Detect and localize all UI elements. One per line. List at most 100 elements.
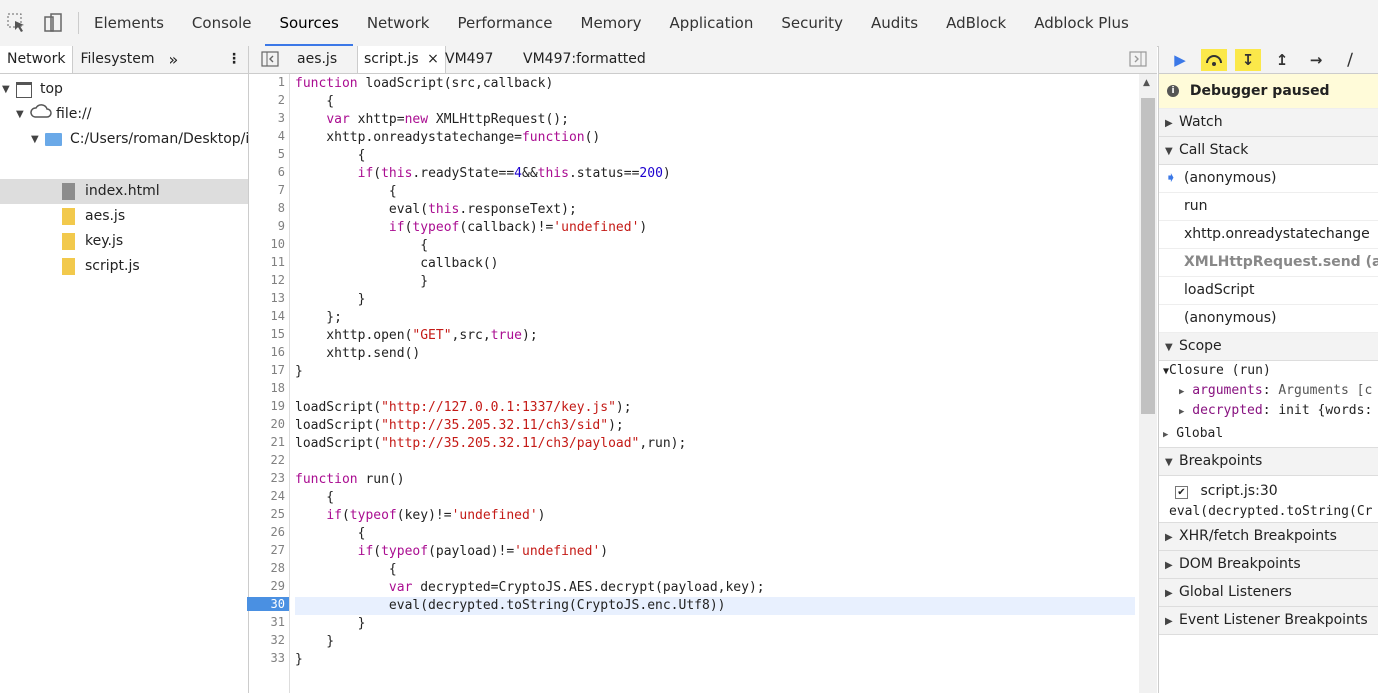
breakpoint-checkbox[interactable]: ✔ [1175, 486, 1188, 499]
scrollbar-thumb[interactable] [1141, 98, 1155, 414]
code-line[interactable]: { [295, 561, 397, 579]
section-global-listeners[interactable]: ▶ Global Listeners [1159, 579, 1378, 607]
call-frame[interactable]: (anonymous) [1159, 305, 1378, 333]
scope-var-decrypted[interactable]: ▶ decrypted: init {words: [1159, 401, 1378, 421]
code-line[interactable]: { [295, 237, 428, 255]
tab-application[interactable]: Application [656, 0, 768, 46]
line-number[interactable]: 12 [249, 273, 285, 287]
code-line[interactable]: xhttp.open("GET",src,true); [295, 327, 537, 345]
tree-item-aes-js[interactable]: aes.js [62, 204, 125, 229]
code-line[interactable]: }; [295, 309, 342, 327]
step-out-icon[interactable]: ↥ [1269, 49, 1295, 71]
line-number[interactable]: 24 [249, 489, 285, 503]
section-call-stack[interactable]: ▼ Call Stack [1159, 137, 1378, 165]
navigator-menu-icon[interactable]: ⋮ [220, 46, 248, 73]
tab-performance[interactable]: Performance [443, 0, 566, 46]
code-line[interactable]: loadScript("http://127.0.0.1:1337/key.js… [295, 399, 632, 417]
close-tab-icon[interactable]: × [427, 51, 439, 67]
device-toolbar-icon[interactable] [42, 12, 64, 34]
line-number[interactable]: 14 [249, 309, 285, 323]
line-number[interactable]: 20 [249, 417, 285, 431]
call-frame[interactable]: ➧ (anonymous) [1159, 165, 1378, 193]
breakpoint-line-number[interactable]: 30 [247, 597, 289, 611]
code-line[interactable]: if(typeof(callback)!='undefined') [295, 219, 647, 237]
scope-closure[interactable]: ▼Closure (run) [1159, 361, 1378, 381]
call-frame[interactable]: xhttp.onreadystatechange [1159, 221, 1378, 249]
step-into-icon[interactable]: ↧ [1235, 48, 1261, 71]
line-number[interactable]: 10 [249, 237, 285, 251]
tab-navigator-filesystem[interactable]: Filesystem [73, 46, 161, 73]
line-number[interactable]: 5 [249, 147, 285, 161]
more-tabs-icon[interactable]: » [162, 46, 186, 73]
inspect-element-icon[interactable] [6, 12, 28, 34]
editor-scrollbar[interactable]: ▲ [1139, 74, 1157, 693]
scope-var-arguments[interactable]: ▶ arguments: Arguments [c [1159, 381, 1378, 401]
tree-item-key-js[interactable]: key.js [62, 229, 123, 254]
line-number[interactable]: 29 [249, 579, 285, 593]
tab-console[interactable]: Console [178, 0, 266, 46]
line-number[interactable]: 19 [249, 399, 285, 413]
toggle-debugger-icon[interactable] [1129, 51, 1147, 71]
call-frame[interactable]: loadScript [1159, 277, 1378, 305]
code-line[interactable]: if(typeof(key)!='undefined') [295, 507, 545, 525]
editor-tab-aes-js[interactable]: aes.js [291, 46, 343, 73]
line-number[interactable]: 11 [249, 255, 285, 269]
line-number[interactable]: 16 [249, 345, 285, 359]
line-number[interactable]: 31 [249, 615, 285, 629]
line-number[interactable]: 6 [249, 165, 285, 179]
tab-network[interactable]: Network [353, 0, 444, 46]
tree-item-index-html[interactable]: index.html [62, 179, 160, 204]
code-line[interactable]: { [295, 489, 334, 507]
tree-item-script-js[interactable]: script.js [62, 254, 140, 279]
line-number[interactable]: 21 [249, 435, 285, 449]
line-number[interactable]: 2 [249, 93, 285, 107]
editor-tab-script-js[interactable]: script.js × [357, 46, 446, 73]
breakpoint-item[interactable]: ✔ script.js:30 [1159, 480, 1378, 502]
tab-security[interactable]: Security [767, 0, 857, 46]
section-event-listener-breakpoints[interactable]: ▶ Event Listener Breakpoints [1159, 607, 1378, 635]
code-line[interactable]: { [295, 183, 397, 201]
tree-item-origin[interactable]: ▼ file:// [16, 102, 91, 127]
code-line[interactable]: var decrypted=CryptoJS.AES.decrypt(paylo… [295, 579, 765, 597]
line-number[interactable]: 3 [249, 111, 285, 125]
line-number[interactable]: 23 [249, 471, 285, 485]
section-dom-breakpoints[interactable]: ▶ DOM Breakpoints [1159, 551, 1378, 579]
deactivate-breakpoints-icon[interactable]: ⧸ [1337, 49, 1363, 71]
tree-item-folder[interactable]: ▼ C:/Users/roman/Desktop/is [31, 127, 257, 152]
code-line[interactable]: if(typeof(payload)!='undefined') [295, 543, 608, 561]
scroll-up-arrow[interactable]: ▲ [1143, 78, 1150, 88]
line-number[interactable]: 18 [249, 381, 285, 395]
tree-item-top[interactable]: ▼ top [2, 77, 63, 102]
editor-tab-vm497[interactable]: VM497 [439, 46, 499, 73]
step-icon[interactable]: → [1303, 49, 1329, 71]
line-number[interactable]: 33 [249, 651, 285, 665]
line-number[interactable]: 8 [249, 201, 285, 215]
section-scope[interactable]: ▼ Scope [1159, 333, 1378, 361]
code-line[interactable]: } [295, 633, 334, 651]
tab-adblock-plus[interactable]: Adblock Plus [1020, 0, 1143, 46]
tab-elements[interactable]: Elements [80, 0, 178, 46]
line-number[interactable]: 25 [249, 507, 285, 521]
code-line[interactable]: } [295, 291, 366, 309]
call-frame[interactable]: run [1159, 193, 1378, 221]
code-line[interactable]: function loadScript(src,callback) [295, 75, 553, 93]
code-line[interactable]: } [295, 651, 303, 669]
code-line[interactable]: } [295, 273, 428, 291]
code-editor[interactable]: 1 2 3 4 5 6 7 8 9 10 11 12 13 14 15 16 17 18 19 20 21 22 23 24 2… [247, 74, 1157, 693]
step-over-icon[interactable] [1201, 48, 1227, 71]
line-number-gutter[interactable]: 1 2 3 4 5 6 7 8 9 10 11 12 13 14 15 16 17 18 19 20 21 22 23 24 2… [247, 74, 290, 693]
section-breakpoints[interactable]: ▼ Breakpoints [1159, 448, 1378, 476]
code-line[interactable]: eval(decrypted.toString(CryptoJS.enc.Utf… [295, 597, 1135, 615]
code-line[interactable]: } [295, 363, 303, 381]
code-line[interactable]: callback() [295, 255, 498, 273]
line-number[interactable]: 7 [249, 183, 285, 197]
line-number[interactable]: 28 [249, 561, 285, 575]
line-number[interactable]: 22 [249, 453, 285, 467]
editor-tab-vm497-formatted[interactable]: VM497:formatted [517, 46, 652, 73]
tab-audits[interactable]: Audits [857, 0, 932, 46]
code-line[interactable]: if(this.readyState==4&&this.status==200) [295, 165, 671, 183]
line-number[interactable]: 9 [249, 219, 285, 233]
line-number[interactable]: 4 [249, 129, 285, 143]
section-xhr-breakpoints[interactable]: ▶ XHR/fetch Breakpoints [1159, 523, 1378, 551]
code-line[interactable]: xhttp.onreadystatechange=function() [295, 129, 600, 147]
